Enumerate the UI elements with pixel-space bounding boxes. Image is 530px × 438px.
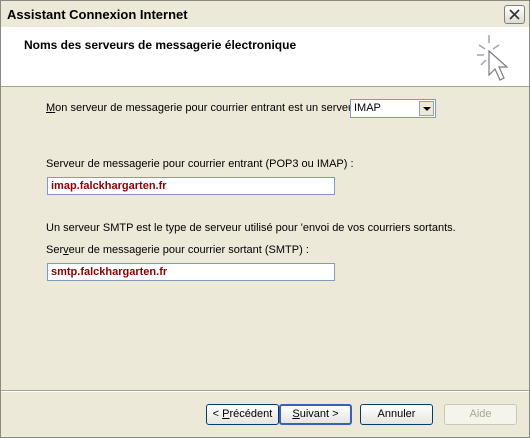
window-title: Assistant Connexion Internet xyxy=(7,7,188,22)
server-type-select[interactable]: IMAP xyxy=(350,99,436,118)
close-button[interactable] xyxy=(504,5,525,24)
wizard-cursor-icon xyxy=(477,35,509,81)
incoming-server-label: Serveur de messagerie pour courrier entr… xyxy=(46,158,354,170)
dropdown-button[interactable] xyxy=(419,101,434,116)
outgoing-server-field[interactable]: smtp.falckhargarten.fr xyxy=(47,263,335,281)
close-icon xyxy=(509,9,520,20)
server-type-value: IMAP xyxy=(354,102,381,114)
server-type-label: Mon serveur de messagerie pour courrier … xyxy=(46,102,358,114)
cancel-button[interactable]: Annuler xyxy=(360,404,433,425)
incoming-server-field[interactable]: imap.falckhargarten.fr xyxy=(47,177,335,195)
wizard-window: Assistant Connexion Internet Noms des se… xyxy=(0,0,530,438)
title-bar[interactable]: Assistant Connexion Internet xyxy=(1,1,529,27)
outgoing-server-label: Serveur de messagerie pour courrier sort… xyxy=(46,244,309,256)
page-title: Noms des serveurs de messagerie électron… xyxy=(24,38,297,52)
smtp-info-text: Un serveur SMTP est le type de serveur u… xyxy=(46,222,456,234)
help-button[interactable]: Aide xyxy=(444,404,517,425)
wizard-header: Noms des serveurs de messagerie électron… xyxy=(1,27,529,87)
next-button[interactable]: Suivant > xyxy=(279,404,352,425)
footer-divider xyxy=(1,390,529,392)
chevron-down-icon xyxy=(423,107,431,111)
back-button[interactable]: < Précédent xyxy=(206,404,279,425)
